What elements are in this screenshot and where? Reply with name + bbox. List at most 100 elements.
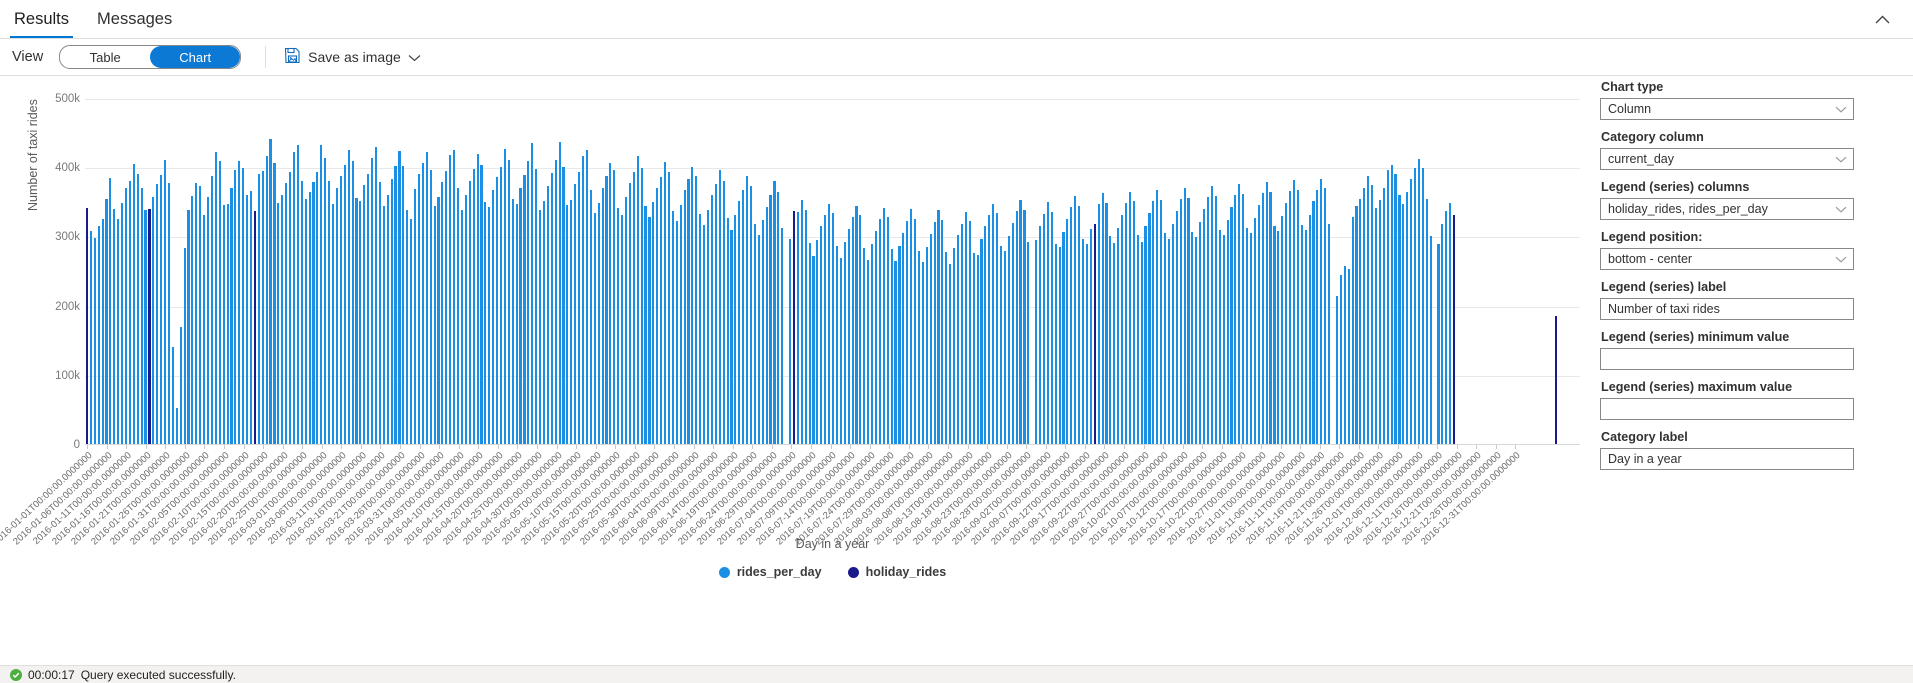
chart-bar[interactable] <box>1223 235 1225 445</box>
chart-bar[interactable] <box>1074 196 1076 445</box>
chart-bar[interactable] <box>734 215 736 445</box>
chart-bar[interactable] <box>168 183 170 445</box>
chart-bar[interactable] <box>531 143 533 445</box>
chart-bar[interactable] <box>738 201 740 445</box>
chart-bar[interactable] <box>113 209 115 445</box>
chart-bar[interactable] <box>1211 186 1213 445</box>
chart-bar[interactable] <box>121 203 123 445</box>
chart-bar[interactable] <box>586 150 588 445</box>
chart-bar[interactable] <box>1414 168 1416 445</box>
chart-bar[interactable] <box>570 200 572 445</box>
chart-bar[interactable] <box>566 205 568 445</box>
chart-bar[interactable] <box>1340 275 1342 445</box>
chart-bar[interactable] <box>527 161 529 445</box>
chart-bar[interactable] <box>914 219 916 445</box>
chart-bar[interactable] <box>559 142 561 445</box>
legend-series-maximum-value-input[interactable] <box>1600 398 1854 420</box>
chart-bar[interactable] <box>273 163 275 445</box>
view-toggle-table[interactable]: Table <box>60 46 150 68</box>
chart-bar[interactable] <box>609 163 611 445</box>
chart-bar[interactable] <box>1187 198 1189 445</box>
chart-bar[interactable] <box>1059 247 1061 445</box>
chart-bar[interactable] <box>699 214 701 445</box>
chart-bar[interactable] <box>137 174 139 445</box>
chart-bar[interactable] <box>1262 193 1264 445</box>
chart-bar[interactable] <box>535 169 537 445</box>
chart-bar[interactable] <box>906 221 908 445</box>
chart-bar[interactable] <box>496 177 498 445</box>
chart-bar[interactable] <box>328 181 330 445</box>
chart-bar[interactable] <box>641 168 643 445</box>
chart-bar[interactable] <box>602 188 604 445</box>
save-as-image-button[interactable]: Save as image <box>280 45 425 69</box>
chart-bar[interactable] <box>715 184 717 445</box>
chart-bar[interactable] <box>379 182 381 445</box>
chart-bar[interactable] <box>750 186 752 445</box>
chart-bar[interactable] <box>1027 242 1029 445</box>
chart-bar[interactable] <box>1070 207 1072 445</box>
chart-bar[interactable] <box>598 203 600 445</box>
chart-bar[interactable] <box>1406 192 1408 445</box>
chart-bar[interactable] <box>398 151 400 445</box>
chart-bar[interactable] <box>1125 203 1127 445</box>
chart-bar[interactable] <box>879 219 881 445</box>
chart-bar[interactable] <box>352 161 354 445</box>
chart-bar[interactable] <box>797 212 799 445</box>
chart-bar[interactable] <box>125 188 127 445</box>
chart-bar[interactable] <box>1375 208 1377 445</box>
chevron-down-icon[interactable] <box>408 49 421 65</box>
chart-bar[interactable] <box>875 231 877 445</box>
chart-bar[interactable] <box>1043 214 1045 445</box>
chart-bar[interactable] <box>1379 200 1381 445</box>
chart-bar[interactable] <box>1219 230 1221 445</box>
chart-bar[interactable] <box>836 246 838 445</box>
chart-bar[interactable] <box>793 211 795 445</box>
chart-bar[interactable] <box>102 219 104 445</box>
chart-bar[interactable] <box>844 242 846 445</box>
chart-bar[interactable] <box>617 208 619 445</box>
chart-bar[interactable] <box>359 201 361 445</box>
chart-bar[interactable] <box>1129 192 1131 445</box>
chart-bar[interactable] <box>1047 202 1049 445</box>
legend-series-columns-select[interactable]: holiday_rides, rides_per_day <box>1600 198 1854 220</box>
chart-bar[interactable] <box>1309 215 1311 445</box>
chart-bar[interactable] <box>410 219 412 445</box>
view-toggle[interactable]: Table Chart <box>59 45 241 69</box>
chart-bar[interactable] <box>1418 159 1420 445</box>
chart-bar[interactable] <box>762 220 764 445</box>
legend-series-label-input[interactable]: Number of taxi rides <box>1600 298 1854 320</box>
chart-bar[interactable] <box>578 172 580 445</box>
chart-bar[interactable] <box>1004 251 1006 445</box>
chart-bar[interactable] <box>1238 184 1240 445</box>
chart-bar[interactable] <box>1082 239 1084 445</box>
chart-bar[interactable] <box>582 156 584 445</box>
chart-bar[interactable] <box>1269 192 1271 445</box>
chart-bar[interactable] <box>144 210 146 445</box>
chart-bar[interactable] <box>269 139 271 445</box>
chart-bar[interactable] <box>668 172 670 445</box>
chart-bar[interactable] <box>199 186 201 445</box>
chart-bar[interactable] <box>1320 179 1322 445</box>
chart-bar[interactable] <box>590 190 592 445</box>
chart-bar[interactable] <box>1359 199 1361 445</box>
chart-bar[interactable] <box>391 179 393 445</box>
chart-bar[interactable] <box>1160 200 1162 445</box>
chart-bar[interactable] <box>156 184 158 445</box>
legend-position-select[interactable]: bottom - center <box>1600 248 1854 270</box>
chart-bar[interactable] <box>1277 231 1279 445</box>
chart-bar[interactable] <box>953 248 955 445</box>
chart-bar[interactable] <box>1285 203 1287 445</box>
chart-bar[interactable] <box>316 172 318 445</box>
category-label-input[interactable]: Day in a year <box>1600 448 1854 470</box>
category-column-select[interactable]: current_day <box>1600 148 1854 170</box>
chart-bar[interactable] <box>965 212 967 445</box>
chart-bar[interactable] <box>1152 201 1154 445</box>
chart-bar[interactable] <box>320 145 322 445</box>
chart-bar[interactable] <box>1445 211 1447 445</box>
chart-bar[interactable] <box>402 166 404 445</box>
chart-bar[interactable] <box>957 235 959 445</box>
chart-bar[interactable] <box>387 195 389 446</box>
legend-item-holiday_rides[interactable]: holiday_rides <box>848 565 947 579</box>
chart-bar[interactable] <box>1391 165 1393 445</box>
chart-bar[interactable] <box>613 170 615 445</box>
